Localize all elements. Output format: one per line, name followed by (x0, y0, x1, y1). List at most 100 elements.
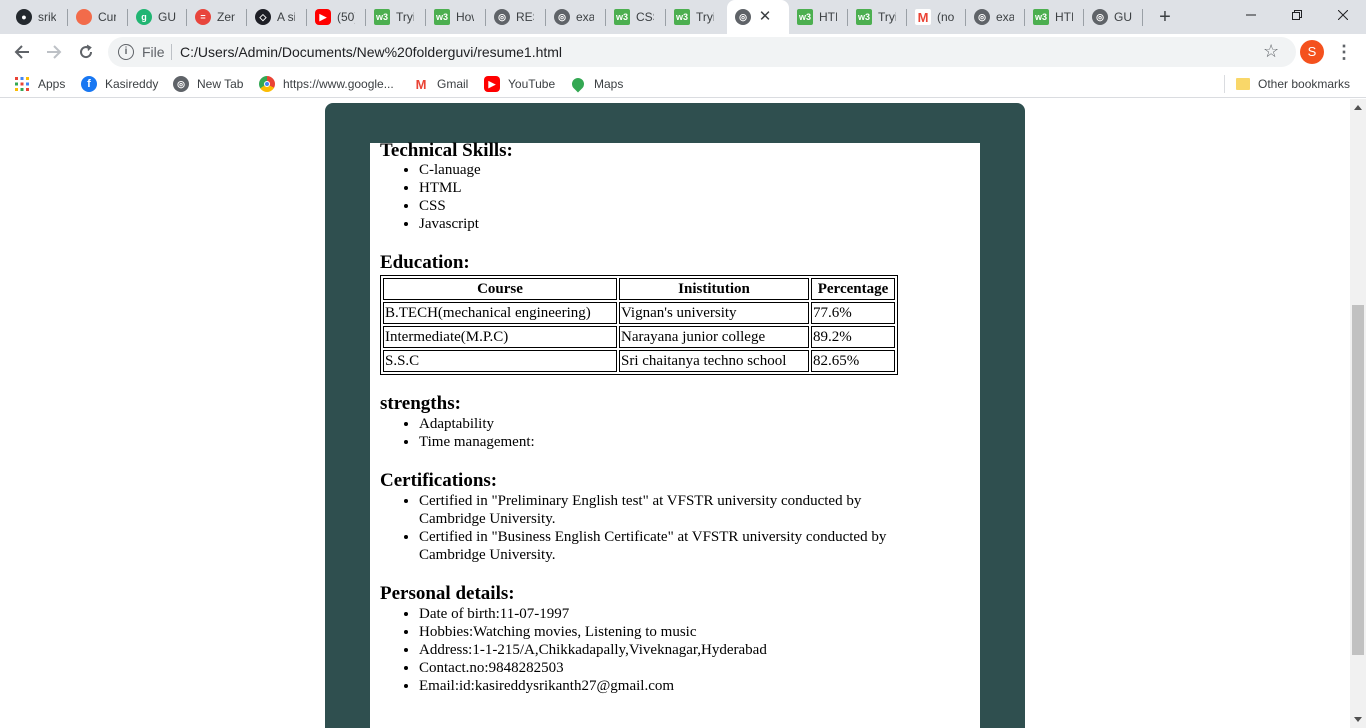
table-cell: Narayana junior college (619, 326, 809, 348)
bookmark-google[interactable]: https://www.google... (259, 75, 394, 93)
more-menu-icon[interactable]: ⋮ (1334, 40, 1354, 64)
vertical-scrollbar[interactable] (1350, 99, 1366, 728)
tab[interactable]: ◎ RES (486, 0, 546, 34)
close-icon (1338, 10, 1348, 20)
back-button[interactable] (8, 38, 36, 66)
table-cell: Sri chaitanya techno school (619, 350, 809, 372)
forward-button[interactable] (40, 38, 68, 66)
scroll-up-arrow-icon[interactable] (1354, 105, 1362, 110)
tab[interactable]: ◎ exa (966, 0, 1025, 34)
tab[interactable]: ◎ GU (1084, 0, 1143, 34)
education-heading: Education: (380, 252, 470, 273)
tab-title: Tryi (396, 10, 414, 24)
reload-button[interactable] (72, 38, 100, 66)
tab-title: srik (38, 10, 56, 24)
scroll-down-arrow-icon[interactable] (1354, 717, 1362, 722)
tab[interactable]: = Zen (187, 0, 247, 34)
close-tab-icon[interactable]: ✕ (757, 9, 773, 25)
bookmark-maps[interactable]: Maps (569, 75, 624, 93)
omnibox-divider (171, 44, 172, 60)
w3schools-icon: w3 (614, 9, 630, 25)
tab-divider (1142, 9, 1143, 26)
list-item: Contact.no:9848282503 (419, 659, 767, 677)
list-item: Javascript (419, 215, 481, 233)
column-header: Percentage (811, 278, 895, 300)
scheme-label: File (142, 44, 165, 60)
bookmark-other[interactable]: Other bookmarks (1236, 75, 1350, 93)
url-text[interactable]: C:/Users/Admin/Documents/New%20folderguv… (180, 44, 562, 60)
list-item: Certified in "Preliminary English test" … (419, 492, 909, 528)
minimize-button[interactable] (1228, 0, 1274, 30)
close-window-button[interactable] (1320, 0, 1366, 30)
list-item: CSS (419, 197, 481, 215)
list-item: Certified in "Business English Certifica… (419, 528, 909, 564)
tab[interactable]: w3 Tryi (366, 0, 426, 34)
tab[interactable]: w3 How (426, 0, 486, 34)
tab-title: HTI (1055, 10, 1073, 24)
bookmark-gmail[interactable]: M Gmail (413, 75, 468, 93)
youtube-icon: ▶ (484, 76, 500, 92)
globe-icon: ◎ (735, 9, 751, 25)
table-cell: 77.6% (811, 302, 895, 324)
tab[interactable]: ▶ (50) (307, 0, 366, 34)
resume-paper: Technical Skills: C-lanuage HTML CSS Jav… (370, 141, 980, 728)
bookmark-label: Gmail (437, 77, 469, 91)
gmail-icon: M (915, 9, 931, 25)
globe-icon: ◎ (974, 9, 990, 25)
tab[interactable]: ◇ A si (247, 0, 307, 34)
tab[interactable]: w3 HTI (1025, 0, 1084, 34)
address-bar[interactable]: i File C:/Users/Admin/Documents/New%20fo… (108, 37, 1296, 67)
tab-title: CSS (636, 10, 654, 24)
bookmark-youtube[interactable]: ▶ YouTube (484, 75, 555, 93)
tab[interactable]: w3 Tryi (848, 0, 907, 34)
tab[interactable]: ◎ exa (546, 0, 606, 34)
personal-details-list: Date of birth:11-07-1997 Hobbies:Watchin… (419, 605, 767, 695)
bookmark-star-icon[interactable]: ☆ (1263, 41, 1279, 62)
table-row: B.TECH(mechanical engineering) Vignan's … (383, 302, 895, 324)
browser-toolbar: i File C:/Users/Admin/Documents/New%20fo… (0, 34, 1366, 70)
tab[interactable]: Cur (68, 0, 128, 34)
bookmark-new-tab[interactable]: ◎ New Tab (173, 75, 243, 93)
tab-strip: ● srik Cur g GU = Zen ◇ A si ▶ (50) w3 T… (0, 0, 1366, 34)
restore-button[interactable] (1274, 0, 1320, 30)
bookmark-apps[interactable]: Apps (14, 75, 65, 93)
globe-icon: ◎ (494, 9, 510, 25)
tab[interactable]: w3 CSS (606, 0, 666, 34)
youtube-icon: ▶ (315, 9, 331, 25)
facebook-icon: f (81, 76, 97, 92)
scrollbar-thumb[interactable] (1352, 305, 1364, 655)
list-item: Email:id:kasireddysrikanth27@gmail.com (419, 677, 767, 695)
bookmark-label: New Tab (197, 77, 244, 91)
tab[interactable]: g GU (128, 0, 187, 34)
tab-active[interactable]: ◎ ✕ (727, 0, 789, 34)
bookmark-kasireddy[interactable]: f Kasireddy (81, 75, 158, 93)
tab-title: exa (996, 10, 1014, 24)
strengths-list: Adaptability Time management: (419, 415, 535, 451)
bookmark-label: Apps (38, 77, 66, 91)
list-item: Time management: (419, 433, 535, 451)
tab[interactable]: w3 HTI (789, 0, 848, 34)
table-cell: Vignan's university (619, 302, 809, 324)
table-cell: 89.2% (811, 326, 895, 348)
table-row: Intermediate(M.P.C) Narayana junior coll… (383, 326, 895, 348)
guvi-icon: g (136, 9, 152, 25)
globe-icon: ◎ (1092, 9, 1108, 25)
new-tab-button[interactable]: + (1154, 6, 1176, 28)
tab-title: How (456, 10, 474, 24)
tab[interactable]: w3 Tryi (666, 0, 726, 34)
tab[interactable]: M (no (907, 0, 966, 34)
list-item: C-lanuage (419, 161, 481, 179)
tab[interactable]: ● srik (8, 0, 68, 34)
bookmark-label: Maps (594, 77, 624, 91)
w3schools-icon: w3 (856, 9, 872, 25)
info-icon[interactable]: i (118, 44, 134, 60)
forward-arrow-icon (47, 45, 62, 59)
globe-icon: ◎ (173, 76, 189, 92)
maps-icon (569, 75, 587, 93)
profile-avatar[interactable]: S (1300, 40, 1324, 64)
w3schools-icon: w3 (1033, 9, 1049, 25)
list-item: Date of birth:11-07-1997 (419, 605, 767, 623)
tab-title: Tryi (878, 10, 896, 24)
table-cell: Intermediate(M.P.C) (383, 326, 617, 348)
page-viewport: Technical Skills: C-lanuage HTML CSS Jav… (0, 99, 1350, 728)
